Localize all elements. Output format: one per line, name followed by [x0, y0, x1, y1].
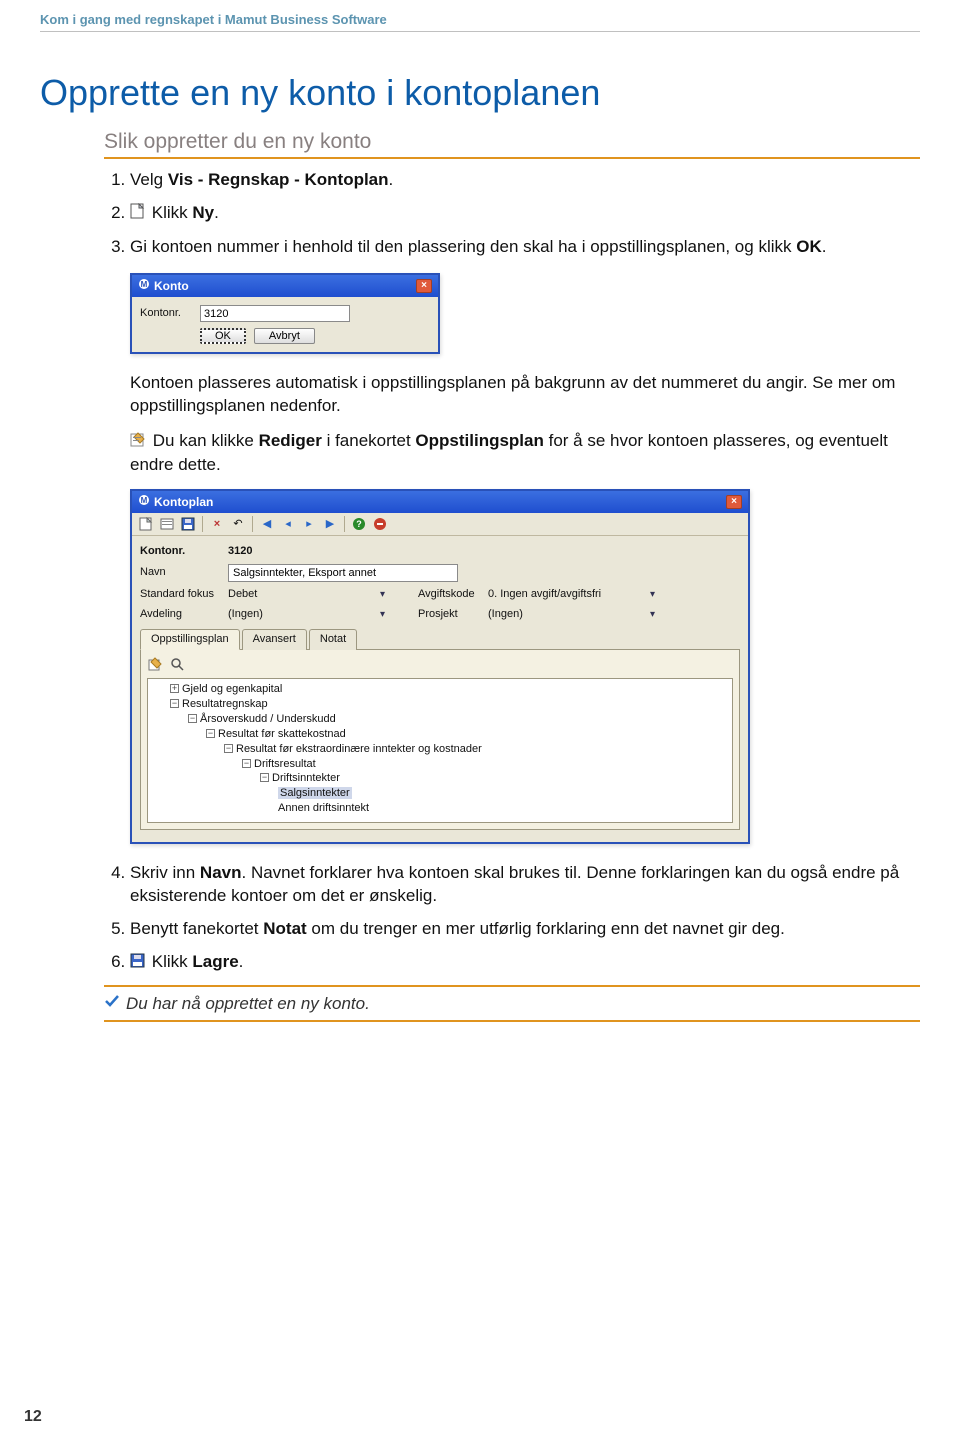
- edit-note-icon: [130, 431, 146, 454]
- step-4: Skriv inn Navn. Navnet forklarer hva kon…: [130, 862, 920, 908]
- delete-icon[interactable]: ×: [209, 516, 225, 532]
- para-tip: Du kan klikke Rediger i fanekortet Oppst…: [130, 430, 920, 477]
- tab-panel: +Gjeld og egenkapital −Resultatregnskap …: [140, 649, 740, 830]
- completion-note: Du har nå opprettet en ny konto.: [104, 985, 920, 1022]
- konto-dialog-title: Konto: [154, 278, 189, 294]
- konto-dialog: M Konto × Kontonr. OK Avbryt: [130, 273, 440, 354]
- svg-text:M: M: [141, 496, 148, 505]
- new-icon[interactable]: [138, 516, 154, 532]
- lbl-prosjekt: Prosjekt: [418, 607, 488, 622]
- fokus-select[interactable]: Debet: [228, 587, 388, 602]
- running-header: Kom i gang med regnskapet i Mamut Busine…: [40, 12, 920, 32]
- page-title: Opprette en ny konto i kontoplanen: [40, 72, 920, 114]
- help-icon[interactable]: ?: [351, 516, 367, 532]
- undo-icon[interactable]: ↶: [230, 516, 246, 532]
- kontoplan-dialog-title: Kontoplan: [154, 494, 213, 510]
- lbl-kontonr: Kontonr.: [140, 544, 228, 559]
- svg-text:M: M: [141, 280, 148, 289]
- section-subtitle: Slik oppretter du en ny konto: [104, 130, 920, 159]
- kontonr-input[interactable]: [200, 305, 350, 322]
- lbl-avdeling: Avdeling: [140, 607, 228, 622]
- lbl-navn: Navn: [140, 565, 228, 580]
- lbl-avgiftskode: Avgiftskode: [418, 587, 488, 602]
- svg-text:?: ?: [356, 519, 362, 529]
- tab-notat[interactable]: Notat: [309, 629, 357, 650]
- step-2: Klikk Ny.: [130, 202, 920, 226]
- close-icon[interactable]: ×: [416, 279, 432, 293]
- navn-input[interactable]: [228, 564, 458, 582]
- oppstilling-tree[interactable]: +Gjeld og egenkapital −Resultatregnskap …: [147, 678, 733, 823]
- tab-avansert[interactable]: Avansert: [242, 629, 307, 650]
- toolbar: × ↶ ◀ ◂ ▸ ▶ ?: [132, 513, 748, 536]
- kontonr-label: Kontonr.: [140, 306, 200, 321]
- first-icon[interactable]: ◀: [259, 516, 275, 532]
- tree-selected[interactable]: Salgsinntekter: [278, 787, 352, 799]
- ok-button[interactable]: OK: [200, 328, 246, 344]
- save-icon: [130, 952, 145, 975]
- step-3: Gi kontoen nummer i henhold til den plas…: [130, 236, 920, 844]
- para-autoplacement: Kontoen plasseres automatisk i oppstilli…: [130, 372, 920, 418]
- app-icon: M: [138, 494, 150, 510]
- tab-oppstillingsplan[interactable]: Oppstillingsplan: [140, 629, 240, 650]
- page-number: 12: [24, 1408, 42, 1426]
- close-icon[interactable]: ×: [726, 495, 742, 509]
- save-icon[interactable]: [180, 516, 196, 532]
- close-toolbar-icon[interactable]: [372, 516, 388, 532]
- lbl-fokus: Standard fokus: [140, 587, 228, 602]
- step-5: Benytt fanekortet Notat om du trenger en…: [130, 918, 920, 941]
- cancel-button[interactable]: Avbryt: [254, 328, 315, 344]
- step-6: Klikk Lagre.: [130, 951, 920, 975]
- kontoplan-dialog: M Kontoplan × × ↶ ◀ ◂: [130, 489, 750, 845]
- check-icon: [104, 993, 120, 1014]
- avdeling-select[interactable]: (Ingen): [228, 607, 388, 622]
- next-icon[interactable]: ▸: [301, 516, 317, 532]
- search-icon[interactable]: [169, 656, 185, 672]
- list-icon[interactable]: [159, 516, 175, 532]
- edit-icon[interactable]: [147, 656, 163, 672]
- val-kontonr: 3120: [228, 544, 252, 559]
- new-document-icon: [130, 203, 145, 226]
- avgiftskode-select[interactable]: 0. Ingen avgift/avgiftsfri: [488, 587, 658, 602]
- prosjekt-select[interactable]: (Ingen): [488, 607, 658, 622]
- last-icon[interactable]: ▶: [322, 516, 338, 532]
- app-icon: M: [138, 278, 150, 294]
- prev-icon[interactable]: ◂: [280, 516, 296, 532]
- step-1: Velg Vis - Regnskap - Kontoplan.: [130, 169, 920, 192]
